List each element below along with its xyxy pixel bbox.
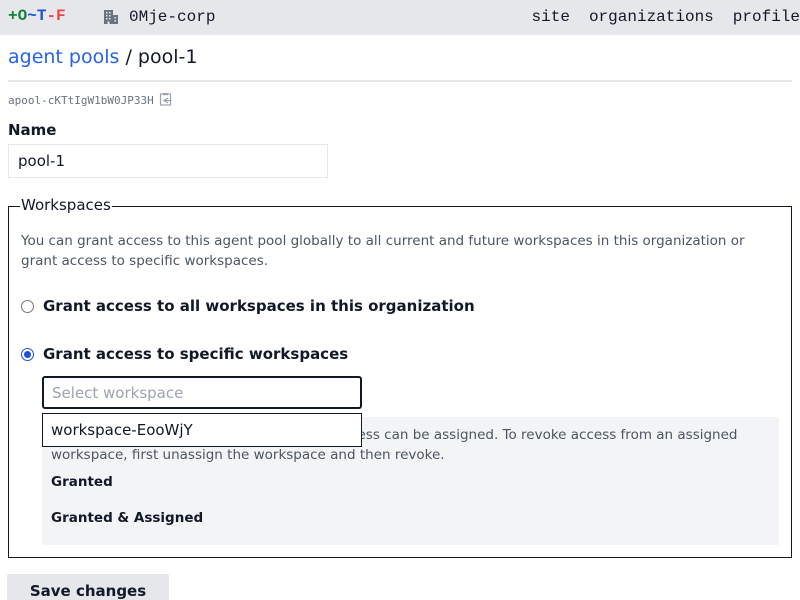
logo-t: T <box>36 7 47 25</box>
logo-dash: - <box>46 7 57 25</box>
breadcrumb: agent pools / pool-1 <box>8 46 197 68</box>
organization-name: 0Mje-corp <box>129 8 216 26</box>
breadcrumb-current: pool-1 <box>137 46 198 68</box>
clipboard-copy-icon[interactable] <box>159 92 173 109</box>
nav-organizations-link[interactable]: organizations <box>589 8 714 26</box>
main-nav: site organizations profile <box>513 8 800 26</box>
identifier-text: apool-cKTtIgW1bW0JP33H <box>8 94 154 107</box>
current-organization[interactable]: 0Mje-corp <box>103 8 215 26</box>
radio-option-all-workspaces[interactable]: Grant access to all workspaces in this o… <box>21 297 475 315</box>
workspace-option[interactable]: workspace-EooWjY <box>51 421 193 439</box>
logo-f: F <box>56 7 66 25</box>
radio-all-workspaces[interactable] <box>21 299 34 313</box>
breadcrumb-agent-pools-link[interactable]: agent pools <box>8 46 119 68</box>
save-changes-button[interactable]: Save changes <box>7 574 169 600</box>
breadcrumb-separator: / <box>119 46 138 68</box>
radio-option-specific-workspaces[interactable]: Grant access to specific workspaces <box>21 345 348 363</box>
granted-heading: Granted <box>51 474 113 490</box>
workspaces-description: You can grant access to this agent pool … <box>21 233 745 269</box>
nav-site-link[interactable]: site <box>532 8 570 26</box>
top-navigation-bar: +O~T-F 0Mje-corp site organizations prof… <box>0 0 800 35</box>
building-icon <box>104 10 118 24</box>
logo-home-link[interactable]: +O~T-F <box>8 7 66 25</box>
workspaces-fieldset: Workspaces You can grant access to this … <box>8 196 792 558</box>
logo-tilde: ~ <box>27 7 37 25</box>
logo-o: O <box>17 7 28 25</box>
workspace-dropdown: workspace-EooWjY <box>42 413 362 447</box>
workspaces-legend: Workspaces <box>20 196 112 214</box>
name-label: Name <box>8 121 57 139</box>
nav-profile-link[interactable]: profile <box>733 8 800 26</box>
granted-assigned-heading: Granted & Assigned <box>51 510 204 526</box>
header-divider <box>8 80 792 82</box>
radio-specific-workspaces[interactable] <box>21 347 34 361</box>
select-workspace-input[interactable] <box>42 376 362 409</box>
radio-specific-workspaces-label: Grant access to specific workspaces <box>43 345 349 363</box>
radio-all-workspaces-label: Grant access to all workspaces in this o… <box>43 297 475 315</box>
name-input[interactable] <box>8 144 328 178</box>
logo-plus: + <box>8 7 18 25</box>
resource-identifier: apool-cKTtIgW1bW0JP33H <box>8 92 173 109</box>
